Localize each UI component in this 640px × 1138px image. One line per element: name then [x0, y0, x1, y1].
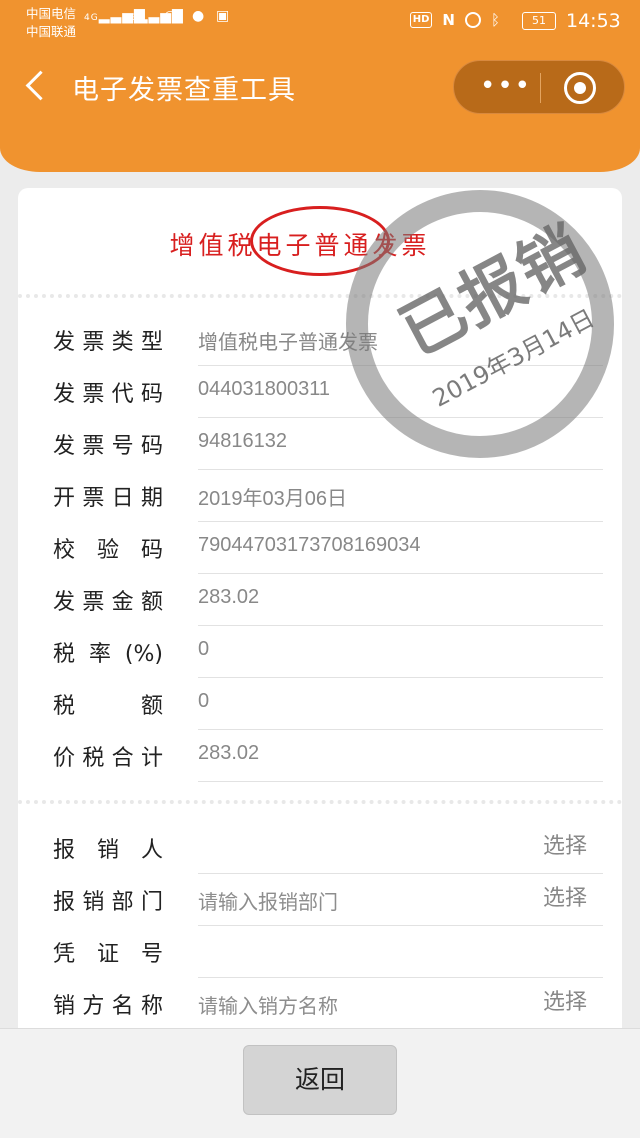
page-title: 电子发票查重工具	[72, 75, 296, 106]
select-department-button[interactable]: 选择	[543, 880, 587, 912]
nfc-icon: N	[442, 11, 455, 29]
app-notification-icon: ▣	[216, 8, 231, 24]
field-reimburser[interactable]: 报销人 选择	[53, 822, 603, 874]
field-label: 报销部门	[53, 890, 163, 915]
carrier-1: 中国电信	[26, 6, 77, 21]
select-seller-button[interactable]: 选择	[543, 984, 587, 1016]
field-label: 开票日期	[53, 486, 163, 511]
mini-program-capsule: •••	[453, 60, 625, 114]
header-bar: 中国电信 中国联通 4G▂▃▅▇ 3G▂▃▅▇ ◠ ● ▣ HD N ᛒ 51 …	[0, 0, 640, 172]
clock: 14:53	[566, 10, 621, 32]
field-label: 发票号码	[53, 434, 163, 459]
field-label: 凭证号	[53, 942, 163, 967]
field-label: 税额	[53, 694, 163, 719]
field-label: 发票代码	[53, 382, 163, 407]
field-value: 2019年03月06日	[198, 488, 347, 510]
select-reimburser-button[interactable]: 选择	[543, 828, 587, 860]
return-button[interactable]: 返回	[243, 1045, 397, 1115]
status-icons: HD N ᛒ	[409, 11, 500, 29]
carrier-2: 中国联通	[26, 24, 77, 39]
field-voucher-number[interactable]: 凭证号	[53, 926, 603, 978]
field-invoice-amount: 发票金额 283.02	[53, 574, 603, 626]
field-value: 283.02	[198, 742, 260, 764]
seller-name-input[interactable]: 请输入销方名称	[198, 990, 338, 1019]
field-value: 283.02	[198, 586, 260, 608]
department-input[interactable]: 请输入报销部门	[198, 886, 338, 915]
bottom-bar: 返回	[0, 1028, 640, 1138]
carrier-info: 中国电信 中国联通	[26, 5, 76, 41]
voice-icon: ●	[192, 8, 206, 24]
field-label: 发票类型	[53, 330, 163, 355]
hd-icon: HD	[409, 12, 433, 28]
bluetooth-icon: ᛒ	[490, 11, 500, 29]
field-label: 报销人	[53, 838, 163, 863]
field-tax-rate: 税率(%) 0	[53, 626, 603, 678]
back-arrow-icon[interactable]	[20, 66, 54, 106]
field-label: 税率(%)	[53, 642, 163, 667]
field-value: 044031800311	[198, 378, 330, 400]
wifi-icon: ◠	[164, 8, 178, 24]
field-tax-amount: 税额 0	[53, 678, 603, 730]
status-bar: 中国电信 中国联通 4G▂▃▅▇ 3G▂▃▅▇ ◠ ● ▣ HD N ᛒ 51 …	[0, 0, 640, 46]
alarm-icon	[464, 12, 481, 28]
field-label: 校验码	[53, 538, 163, 563]
capsule-divider	[540, 73, 541, 103]
divider	[18, 800, 622, 804]
field-label: 销方名称	[53, 994, 163, 1019]
field-total: 价税合计 283.02	[53, 730, 603, 782]
field-value: 94816132	[198, 430, 287, 452]
field-label: 价税合计	[53, 746, 163, 771]
nav-bar: 电子发票查重工具 •••	[0, 56, 640, 116]
field-value: 79044703173708169034	[198, 534, 421, 556]
close-program-icon[interactable]	[564, 72, 596, 104]
field-seller-name[interactable]: 销方名称 请输入销方名称 选择	[53, 978, 603, 1030]
field-value: 0	[198, 638, 210, 660]
field-department[interactable]: 报销部门 请输入报销部门 选择	[53, 874, 603, 926]
field-issue-date: 开票日期 2019年03月06日	[53, 470, 603, 522]
field-value: 0	[198, 690, 210, 712]
battery-icon: 51	[522, 12, 556, 30]
more-menu-button[interactable]: •••	[476, 61, 536, 115]
field-check-code: 校验码 79044703173708169034	[53, 522, 603, 574]
field-label: 发票金额	[53, 590, 163, 615]
